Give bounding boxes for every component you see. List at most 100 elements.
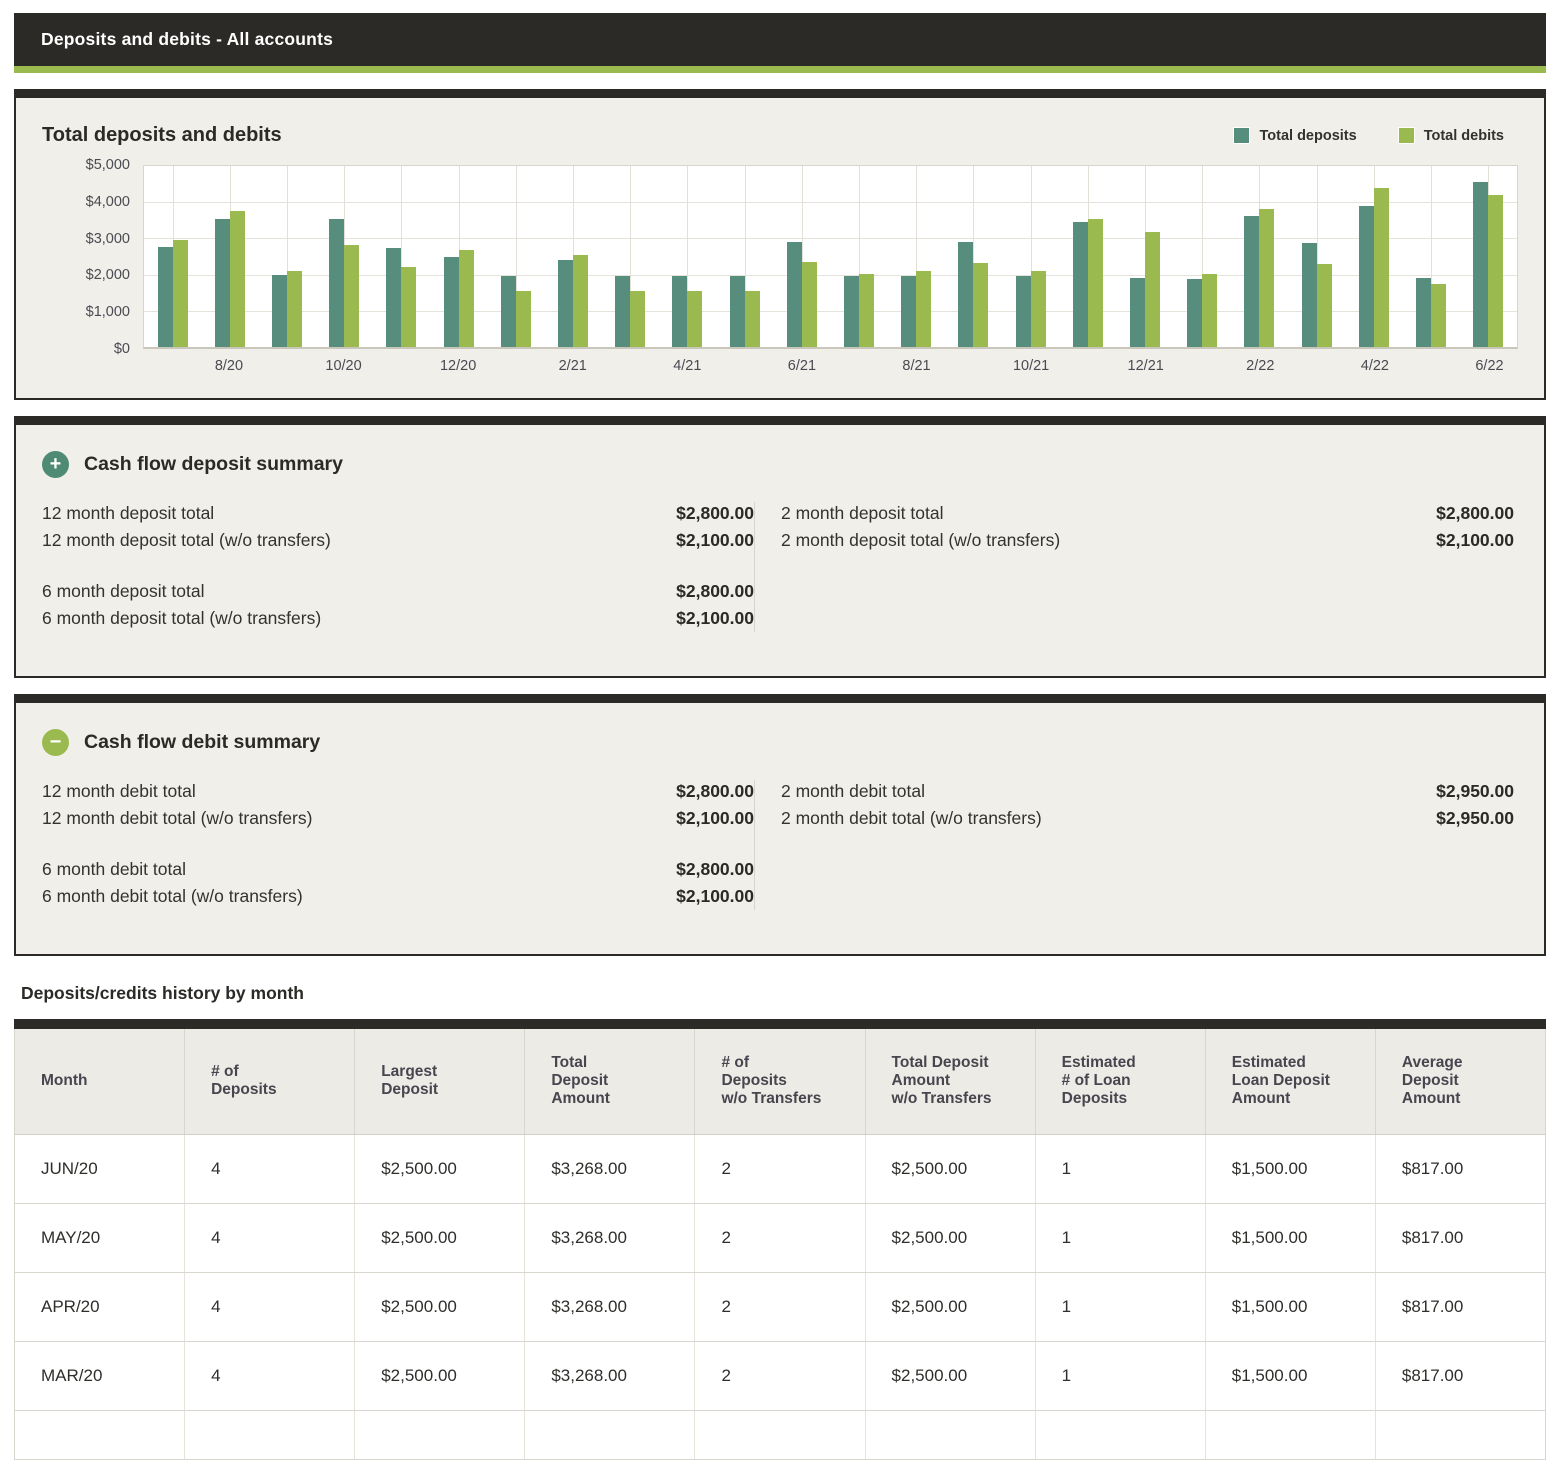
- table-cell: 1: [1035, 1341, 1205, 1410]
- bar-group: [201, 166, 258, 347]
- deposit-bar: [672, 276, 687, 347]
- debit-summary-left-column: 12 month debit total$2,800.0012 month de…: [42, 778, 754, 910]
- summary-row: 12 month deposit total (w/o transfers) $2…: [42, 527, 754, 554]
- x-tick-label: [143, 358, 200, 388]
- table-row: APR/204$2,500.00$3,268.002$2,500.001$1,5…: [15, 1272, 1546, 1341]
- debit-bar: [1202, 274, 1217, 347]
- table-cell: 4: [185, 1203, 355, 1272]
- history-table: Month# of DepositsLargest DepositTotal D…: [14, 1029, 1546, 1460]
- summary-row: 2 month deposit total (w/o transfers)$2,…: [781, 527, 1514, 554]
- bar-group: [888, 166, 945, 347]
- x-tick-label: 10/20: [315, 358, 372, 388]
- legend-item[interactable]: Total deposits: [1234, 128, 1356, 144]
- table-cell: $3,268.00: [525, 1272, 695, 1341]
- summary-row-label: 2 month debit total: [781, 778, 925, 805]
- summary-row-value: $2,100.00: [1436, 527, 1514, 554]
- bar-group: [544, 166, 601, 347]
- table-cell: 4: [185, 1134, 355, 1203]
- x-tick-label: [1174, 358, 1231, 388]
- table-cell: $2,500.00: [355, 1134, 525, 1203]
- summary-row: 6 month deposit total$2,800.00: [42, 578, 754, 605]
- summary-row: 6 month debit total (w/o transfers)$2,10…: [42, 883, 754, 910]
- summary-row: 12 month debit total$2,800.00: [42, 778, 754, 805]
- table-cell: [355, 1410, 525, 1459]
- debit-bar: [459, 250, 474, 347]
- debit-bar: [287, 271, 302, 347]
- bar-group: [1174, 166, 1231, 347]
- y-tick-label: $3,000: [16, 231, 143, 247]
- table-cell: $1,500.00: [1205, 1203, 1375, 1272]
- deposit-bar: [730, 276, 745, 347]
- summary-row-value: $2,100.00: [676, 527, 754, 554]
- y-tick-label: $4,000: [16, 194, 143, 210]
- table-header-cell: Largest Deposit: [355, 1029, 525, 1134]
- table-cell: 1: [1035, 1272, 1205, 1341]
- x-tick-label: 8/20: [200, 358, 257, 388]
- table-cell: $2,500.00: [865, 1272, 1035, 1341]
- bar-group: [258, 166, 315, 347]
- table-cell: $3,268.00: [525, 1341, 695, 1410]
- deposit-bar: [1130, 278, 1145, 347]
- table-header-cell: Estimated # of Loan Deposits: [1035, 1029, 1205, 1134]
- bar-group: [659, 166, 716, 347]
- x-tick-label: 2/21: [544, 358, 601, 388]
- plus-icon[interactable]: +: [42, 451, 69, 478]
- summary-group: 12 month deposit total$2,800.0012 month …: [42, 500, 754, 554]
- summary-row-label: 6 month deposit total: [42, 578, 204, 605]
- deposit-bar: [444, 257, 459, 348]
- bar-group: [373, 166, 430, 347]
- summary-row: 6 month debit total$2,800.00: [42, 856, 754, 883]
- y-tick-label: $1,000: [16, 304, 143, 320]
- table-cell: [1035, 1410, 1205, 1459]
- summary-row-value: $2,800.00: [676, 778, 754, 805]
- minus-icon[interactable]: −: [42, 729, 69, 756]
- summary-row-label: 6 month deposit total (w/o transfers): [42, 605, 321, 632]
- x-tick-label: [372, 358, 429, 388]
- summary-row-value: $2,100.00: [676, 605, 754, 632]
- window-titlebar: Deposits and debits - All accounts: [14, 13, 1546, 66]
- deposit-bar: [1416, 278, 1431, 347]
- deposit-bar: [1073, 222, 1088, 347]
- x-tick-label: 6/22: [1461, 358, 1518, 388]
- x-tick-label: 2/22: [1232, 358, 1289, 388]
- table-header-cell: Total Deposit Amount: [525, 1029, 695, 1134]
- table-row: MAY/204$2,500.00$3,268.002$2,500.001$1,5…: [15, 1203, 1546, 1272]
- x-tick-label: 12/20: [429, 358, 486, 388]
- debit-bar: [1374, 188, 1389, 347]
- debit-bar: [1088, 219, 1103, 347]
- debit-bar: [573, 255, 588, 347]
- deposit-bar: [1187, 279, 1202, 347]
- table-cell: 1: [1035, 1203, 1205, 1272]
- x-tick-label: 4/22: [1346, 358, 1403, 388]
- summary-row-value: $2,800.00: [676, 500, 754, 527]
- deposit-bar: [558, 260, 573, 347]
- deposit-bar: [1473, 182, 1488, 347]
- x-tick-label: 6/21: [773, 358, 830, 388]
- x-tick-label: [716, 358, 773, 388]
- x-axis-labels: 8/2010/2012/202/214/216/218/2110/2112/21…: [143, 358, 1518, 388]
- bar-chart: $5,000$4,000$3,000$2,000$1,000$0 8/2010/…: [16, 165, 1518, 388]
- bar-group: [773, 166, 830, 347]
- bar-group: [830, 166, 887, 347]
- table-row: MAR/204$2,500.00$3,268.002$2,500.001$1,5…: [15, 1341, 1546, 1410]
- debit-bar: [1317, 264, 1332, 347]
- summary-row-label: 6 month debit total: [42, 856, 186, 883]
- summary-row-label: 12 month deposit total (w/o transfers): [42, 527, 331, 554]
- legend-swatch-icon: [1399, 128, 1414, 143]
- table-header-row: Month# of DepositsLargest DepositTotal D…: [15, 1029, 1546, 1134]
- bar-group: [1116, 166, 1173, 347]
- table-cell: [1205, 1410, 1375, 1459]
- table-cell: $817.00: [1375, 1341, 1545, 1410]
- debit-bar: [1031, 271, 1046, 347]
- table-cell: $1,500.00: [1205, 1272, 1375, 1341]
- legend-item[interactable]: Total debits: [1399, 128, 1504, 144]
- summary-row: 2 month deposit total$2,800.00: [781, 500, 1514, 527]
- table-cell: 1: [1035, 1134, 1205, 1203]
- summary-row-label: 2 month debit total (w/o transfers): [781, 805, 1042, 832]
- history-table-body: JUN/204$2,500.00$3,268.002$2,500.001$1,5…: [15, 1134, 1546, 1459]
- table-cell: $817.00: [1375, 1134, 1545, 1203]
- summary-row-value: $2,800.00: [1436, 500, 1514, 527]
- debit-summary-panel: − Cash flow debit summary 12 month debit…: [14, 694, 1546, 956]
- table-header-cell: Total Deposit Amount w/o Transfers: [865, 1029, 1035, 1134]
- deposit-bar: [1244, 216, 1259, 347]
